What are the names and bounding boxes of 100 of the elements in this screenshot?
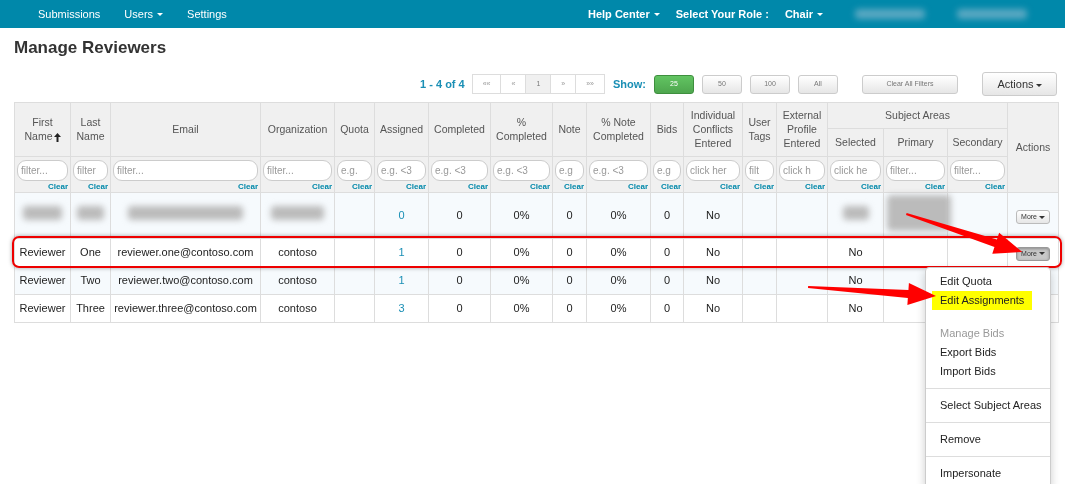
filter-input[interactable]: e.g [653,160,681,182]
count-link[interactable]: 1 [398,246,405,259]
nav-menu-link[interactable]: Help Center [588,5,660,23]
table-cell-text: 0% [513,302,530,315]
clear-link[interactable]: Clear [686,182,740,192]
nav-link-item[interactable]: Settings [187,5,227,23]
menu-item[interactable]: Select Subject Areas [932,396,1050,415]
clear-link[interactable]: Clear [589,182,648,192]
filter-input[interactable]: e.g. <3 [377,160,426,182]
filter-input[interactable]: e.g. <3 [431,160,488,182]
filter-input[interactable]: filter... [263,160,332,182]
filter-input[interactable]: e.g. <3 [493,160,550,182]
filter-input[interactable]: e.g. [337,160,372,182]
table-cell-text: 0% [513,274,530,287]
column-header[interactable]: Quota [334,102,375,157]
filter-input[interactable]: e.g [555,160,584,182]
clear-link[interactable]: Clear [263,182,332,192]
menu-item[interactable]: Import Bids [932,362,1004,381]
clear-link[interactable]: Clear [830,182,881,192]
actions-button[interactable]: Actions [982,72,1057,97]
table-cell-text: Three [76,302,105,315]
page-title: Manage Reviewers [14,38,168,59]
table-cell-text: contoso [278,246,317,259]
count-link[interactable]: 0 [398,209,405,222]
clear-link[interactable]: Clear [653,182,681,192]
filter-input[interactable]: click her [686,160,740,182]
table-cell-text: 0 [566,209,573,222]
column-header[interactable]: Individual Conflicts Entered [683,102,743,157]
menu-item[interactable]: Export Bids [932,343,1005,362]
table-cell-text: Reviewer [19,302,66,315]
table-cell-text: 0 [566,246,573,259]
clear-link[interactable]: Clear [779,182,825,192]
filter-input[interactable]: e.g. <3 [589,160,648,182]
column-header[interactable]: Primary [883,128,948,157]
column-header[interactable]: First Name [14,102,71,157]
table-cell-text: 0 [456,302,463,315]
column-header[interactable]: Email [110,102,261,157]
column-group-header: Subject Areas [827,102,1008,129]
clear-link[interactable]: Clear [113,182,258,192]
count-link[interactable]: 3 [398,302,405,315]
table-cell-text: reviewer.two@contoso.com [118,274,253,287]
column-header[interactable]: Actions [1007,102,1059,193]
clear-link[interactable]: Clear [493,182,550,192]
table-cell-text: 0 [456,274,463,287]
filter-input[interactable]: click h [779,160,825,182]
filter-input[interactable]: filter... [17,160,68,182]
clear-link[interactable]: Clear [73,182,108,192]
column-header[interactable]: Bids [650,102,684,157]
table-cell-text: 0 [456,209,463,222]
filter-input[interactable]: filter... [950,160,1006,182]
nav-menu-link[interactable]: Chair [784,5,823,23]
table-cell-text: No [848,302,863,315]
table-cell-text: Reviewer [19,274,66,287]
filter-input[interactable]: filt [745,160,774,182]
column-header[interactable]: % Note Completed [586,102,651,157]
column-header[interactable]: % Completed [490,102,553,157]
table-cell-text: 0 [663,302,671,315]
table-cell-text: Reviewer [19,246,66,259]
table-cell-text: 0% [610,246,627,259]
table-cell-text: 0% [610,302,627,315]
clear-link[interactable]: Clear [377,182,426,192]
column-header[interactable]: Assigned [374,102,429,157]
filter-input[interactable]: filter... [113,160,258,182]
table-cell-text: No [705,274,721,287]
menu-item[interactable]: Impersonate [932,464,1010,483]
column-header[interactable]: Completed [428,102,491,157]
menu-header: Manage Bids [939,326,1006,341]
column-header[interactable]: Last Name [70,102,111,157]
filter-input[interactable]: filter... [886,160,945,182]
table-cell-text: 0% [513,209,530,222]
clear-link[interactable]: Clear [431,182,488,192]
menu-item[interactable]: Edit Assignments [932,291,1033,310]
nav-link-item[interactable]: Submissions [38,5,101,23]
column-header[interactable]: Note [552,102,587,157]
table-cell-text: contoso [278,302,317,315]
table-cell-text: No [848,274,863,287]
table-cell-text: One [80,246,101,259]
clear-link[interactable]: Clear [555,182,584,192]
menu-item[interactable]: Edit Quota [932,272,1000,291]
table-cell-text: 0 [663,209,671,222]
column-header[interactable]: Secondary [947,128,1008,157]
column-header[interactable]: Selected [827,128,884,157]
clear-link[interactable]: Clear [17,182,68,192]
table-cell-text: contoso [278,274,317,287]
column-header[interactable]: Organization [260,102,335,157]
clear-link[interactable]: Clear [337,182,372,192]
column-header[interactable]: User Tags [742,102,777,157]
count-link[interactable]: 1 [398,274,405,287]
clear-link[interactable]: Clear [950,182,1006,192]
column-header[interactable]: External Profile Entered [776,102,828,157]
clear-link[interactable]: Clear [745,182,774,192]
filter-input[interactable]: filter [73,160,108,182]
filter-input[interactable]: click he [830,160,881,182]
table-cell-text: 0 [566,302,573,315]
table-cell-text: 0 [663,274,671,287]
table-cell-text: 0% [610,274,627,287]
menu-item[interactable]: Remove [932,430,989,449]
nav-link-item[interactable]: Users [124,5,164,23]
clear-link[interactable]: Clear [886,182,945,192]
table-cell-text: reviewer.three@contoso.com [114,302,257,315]
